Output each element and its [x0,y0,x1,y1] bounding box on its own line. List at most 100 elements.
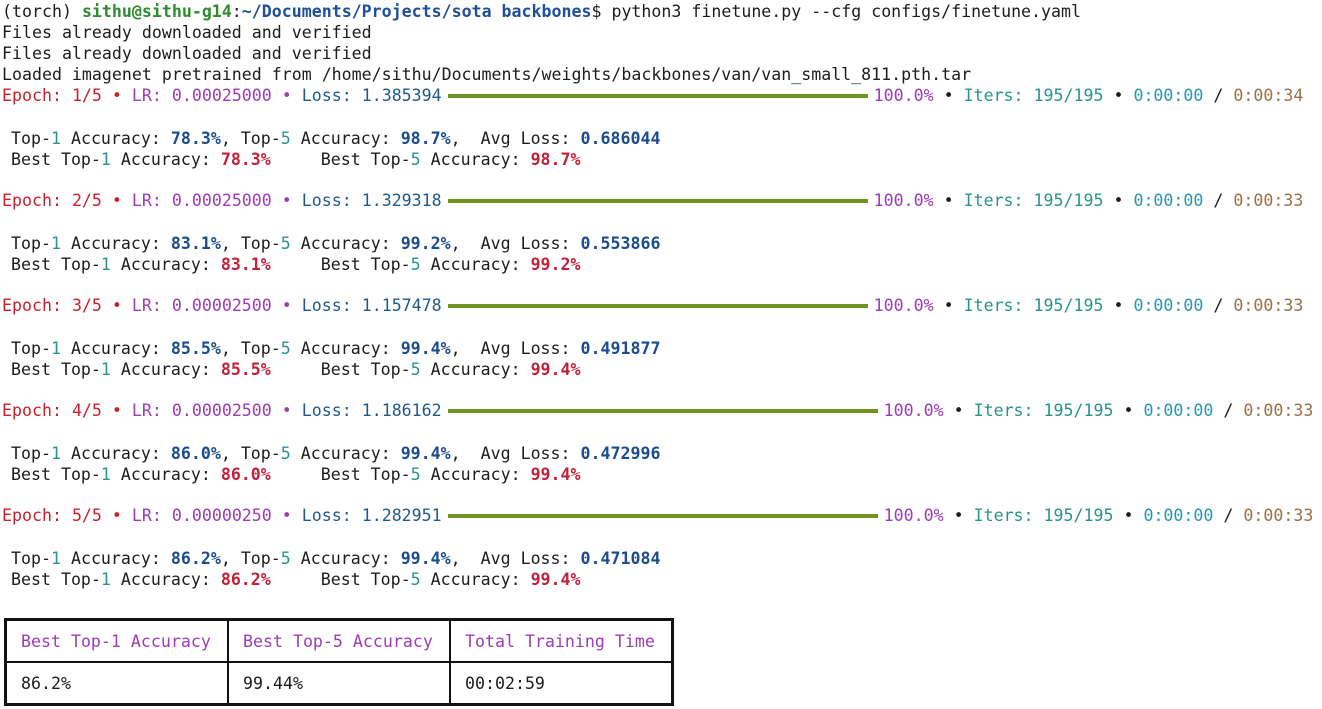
top-k: 1 [100,150,111,169]
top-label: Top- [240,129,281,148]
progress-percent: 100.0% [883,506,944,525]
terminal-window[interactable]: (torch) sithu@sithu-g14:~/Documents/Proj… [0,0,1322,709]
bullet: • [271,86,302,105]
separator: / [1203,191,1234,210]
separator: / [1213,401,1244,420]
best-top-label: Best Top- [320,150,411,169]
bullet: • [1103,191,1134,210]
separator: , [220,549,241,568]
best-top-label: Best Top- [11,150,101,169]
epoch-label: Epoch: [2,191,72,210]
summary-header: Best Top-5 Accuracy [227,618,451,663]
accuracy-label: Accuracy: [60,234,171,253]
best-top1-value: 86.0% [220,465,271,484]
avg-loss-value: 0.471084 [580,549,661,568]
output-line: Loaded imagenet pretrained from /home/si… [2,65,972,84]
top-label: Top- [11,234,51,253]
loss-value: 1.157478 [361,296,442,315]
iters-value: 195/195 [1043,506,1114,525]
command-text: python3 finetune.py --cfg configs/finetu… [611,2,1081,21]
best-top-label: Best Top- [320,570,411,589]
summary-total-time: 00:02:59 [449,661,674,706]
output-line: Files already downloaded and verified [2,23,372,42]
summary-table: Best Top-1 Accuracy Best Top-5 Accuracy … [4,618,674,706]
accuracy-label: Accuracy: [110,360,221,379]
best-top5-value: 98.7% [530,150,581,169]
epoch-number: 4/5 [71,401,102,420]
best-accuracy-line: Best Top-1 Accuracy: 83.1% Best Top-5 Ac… [11,254,581,275]
accuracy-line: Top-1 Accuracy: 78.3%, Top-5 Accuracy: 9… [11,128,660,149]
top1-value: 78.3% [170,129,221,148]
loss-value: 1.385394 [361,86,442,105]
top5-value: 99.4% [400,444,451,463]
best-top-label: Best Top- [11,570,101,589]
accuracy-label: Accuracy: [60,444,171,463]
lr-label: LR: [131,191,172,210]
bullet: • [101,86,132,105]
best-top-label: Best Top- [320,465,411,484]
top-k: 5 [280,234,291,253]
epoch-label: Epoch: [2,296,72,315]
elapsed-time: 0:00:00 [1133,86,1204,105]
epoch-number: 1/5 [71,86,102,105]
progress-bar [447,303,868,308]
prompt-dollar: $ [591,2,612,21]
top-k: 1 [100,255,111,274]
iters-label: Iters: [963,191,1034,210]
summary-header: Total Training Time [449,618,674,663]
top-k: 5 [280,549,291,568]
accuracy-label: Accuracy: [420,150,531,169]
progress-bar [447,198,868,203]
top-k: 5 [410,570,421,589]
remaining-time: 0:00:33 [1233,191,1304,210]
avg-loss-label: , Avg Loss: [450,549,581,568]
remaining-time: 0:00:33 [1243,401,1314,420]
accuracy-label: Accuracy: [110,465,221,484]
best-top5-value: 99.4% [530,465,581,484]
accuracy-label: Accuracy: [420,465,531,484]
best-top-label: Best Top- [11,360,101,379]
bullet: • [1103,86,1134,105]
top-k: 1 [50,339,61,358]
separator: , [220,339,241,358]
best-top5-value: 99.2% [530,255,581,274]
progress-bar [447,513,878,518]
iters-label: Iters: [973,401,1044,420]
iters-label: Iters: [973,506,1044,525]
bullet: • [1103,296,1134,315]
separator: , [220,234,241,253]
epoch-progress-line: Epoch: 2/5 • LR: 0.00025000 • Loss: 1.32… [2,190,1303,211]
best-top5-value: 99.4% [530,360,581,379]
loss-value: 1.329318 [361,191,442,210]
conda-env: (torch) [2,2,82,21]
progress-percent: 100.0% [873,191,934,210]
lr-value: 0.00000250 [171,506,272,525]
bullet: • [933,86,964,105]
separator: / [1203,296,1234,315]
epoch-progress-line: Epoch: 4/5 • LR: 0.00002500 • Loss: 1.18… [2,400,1313,421]
elapsed-time: 0:00:00 [1143,506,1214,525]
accuracy-line: Top-1 Accuracy: 83.1%, Top-5 Accuracy: 9… [11,233,660,254]
lr-label: LR: [131,86,172,105]
top5-value: 99.2% [400,234,451,253]
summary-value-row: 86.2% 99.44% 00:02:59 [4,661,674,706]
top5-value: 99.4% [400,549,451,568]
best-top5-value: 99.4% [530,570,581,589]
top-k: 5 [410,360,421,379]
elapsed-time: 0:00:00 [1133,296,1204,315]
top-k: 1 [100,465,111,484]
top5-value: 99.4% [400,339,451,358]
top-label: Top- [11,129,51,148]
loss-value: 1.186162 [361,401,442,420]
bullet: • [1113,506,1144,525]
best-top-label: Best Top- [11,465,101,484]
accuracy-label: Accuracy: [290,129,401,148]
best-top1-value: 78.3% [220,150,271,169]
epoch-progress-line: Epoch: 3/5 • LR: 0.00002500 • Loss: 1.15… [2,295,1303,316]
epoch-progress-line: Epoch: 1/5 • LR: 0.00025000 • Loss: 1.38… [2,85,1303,106]
remaining-time: 0:00:34 [1233,86,1304,105]
